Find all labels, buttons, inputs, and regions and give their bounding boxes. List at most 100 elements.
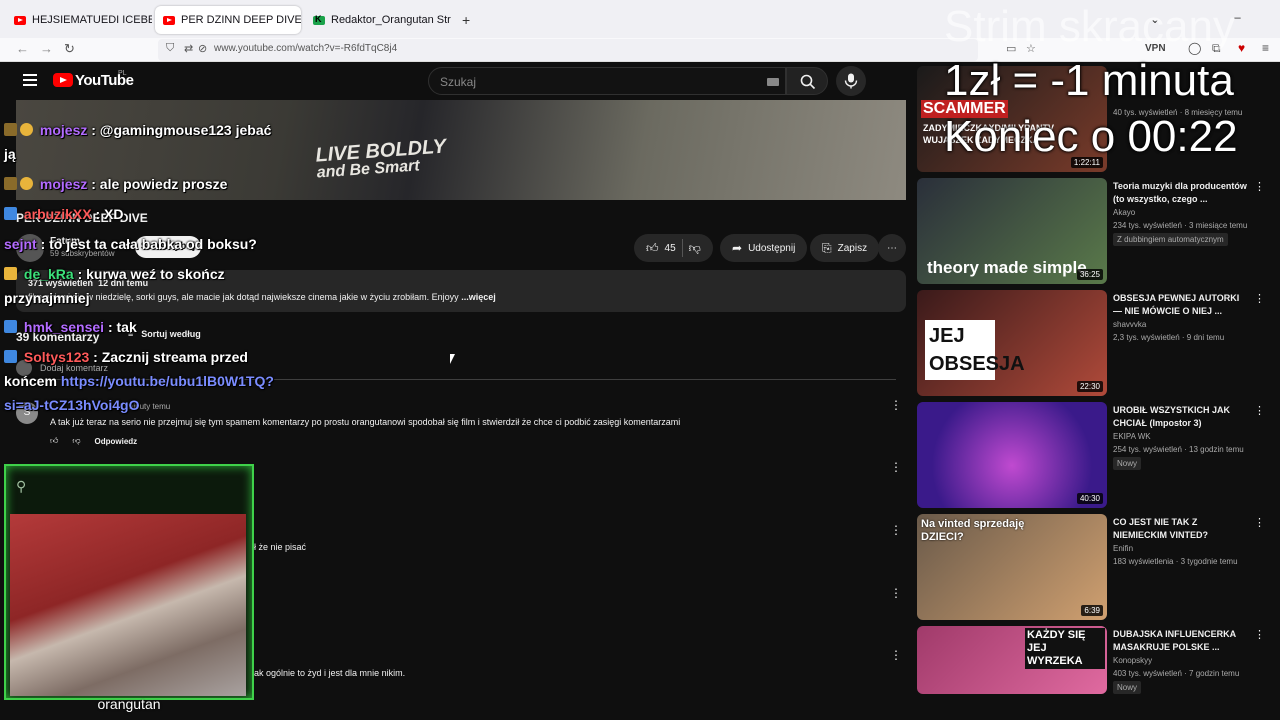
browser-tab-1[interactable]: HEJSIEMATUEDI ICEBERG - CZĘ ✕ xyxy=(6,6,152,34)
chat-username: mojesz xyxy=(39,176,88,192)
chat-username: Soltys123 xyxy=(23,349,90,365)
reload-icon[interactable]: ↻ xyxy=(64,41,75,57)
channel-name[interactable]: Konopskyy xyxy=(1113,656,1152,665)
thumbnail-text: KAŻDY SIĘ JEJ WYRZEKA xyxy=(1025,628,1105,669)
moderator-badge-icon xyxy=(4,207,17,220)
more-options-icon[interactable]: ⋮ xyxy=(1254,180,1265,193)
comment-text: A tak już teraz na serio nie przejmuj si… xyxy=(50,417,681,427)
shield-icon[interactable]: ⛉ xyxy=(166,42,174,55)
like-button[interactable]: 👍︎ 45 xyxy=(646,241,676,256)
url-text[interactable]: www.youtube.com/watch?v=-R6fdTqC8j4 xyxy=(214,43,397,54)
channel-name[interactable]: EKIPA WK xyxy=(1113,432,1151,441)
search-icon xyxy=(800,74,816,90)
sort-button[interactable]: ≡ Sortuj według xyxy=(128,329,201,339)
reply-button[interactable]: Odpowiedz xyxy=(95,437,138,446)
subscriber-badge-icon xyxy=(4,267,17,280)
browser-tab-2[interactable]: PER DZINN DEEP DIVE - YouTub ✕ xyxy=(155,6,301,34)
description-text: film pojawi się w niedzielę, sorki guys,… xyxy=(28,292,496,302)
chat-text: : XD xyxy=(95,206,124,222)
thumbs-down-icon[interactable]: 👎︎ xyxy=(689,241,701,256)
forward-icon[interactable]: → xyxy=(40,41,53,56)
permissions-icon[interactable]: ⇄ xyxy=(184,42,193,55)
more-actions-button[interactable]: ⋯ xyxy=(878,234,906,262)
more-options-icon[interactable]: ⋮ xyxy=(1254,292,1265,305)
minimize-icon[interactable]: – xyxy=(1234,10,1241,24)
thumbnail-text: JEJ OBSESJA xyxy=(925,320,1025,380)
stream-overlay-title: Strim skracany xyxy=(944,2,1235,51)
video-title: DUBAJSKA INFLUENCERKA MASAKRUJE POLSKE .… xyxy=(1113,629,1236,652)
recommendation-item[interactable]: JEJ OBSESJA 22:30 OBSESJA PEWNEJ AUTORKI… xyxy=(917,290,1267,396)
comment-actions: 👍︎ 👎︎ Odpowiedz xyxy=(50,436,137,446)
sort-label: Sortuj według xyxy=(141,329,201,339)
stream-overlay-end-time: Koniec o 00:22 xyxy=(944,112,1238,161)
show-more-link[interactable]: ...więcej xyxy=(461,292,496,302)
bag-icon: ⚲ xyxy=(16,478,27,494)
save-button[interactable]: ⎘ Zapisz xyxy=(810,234,880,262)
recommendation-item[interactable]: 40:30 UROBIŁ WSZYSTKICH JAK CHCIAŁ (Impo… xyxy=(917,402,1267,508)
channel-name[interactable]: Akayo xyxy=(1113,208,1135,217)
video-title: CO JEST NIE TAK Z NIEMIECKIM VINTED? xyxy=(1113,517,1209,540)
video-thumbnail[interactable]: theory made simple 36:25 xyxy=(917,178,1107,284)
video-thumbnail[interactable]: JEJ OBSESJA 22:30 xyxy=(917,290,1107,396)
back-icon[interactable]: ← xyxy=(16,41,29,56)
recommendation-item[interactable]: theory made simple 36:25 Teoria muzyki d… xyxy=(917,178,1267,284)
chat-link[interactable]: https://youtu.be/ubu1lB0W1TQ? xyxy=(61,373,274,389)
youtube-icon xyxy=(163,15,175,25)
search-button[interactable] xyxy=(786,67,828,95)
comment-menu-icon[interactable]: ⋮ xyxy=(890,586,902,600)
video-frame-text: LIVE BOLDLY and Be Smart xyxy=(315,135,448,182)
thumbs-up-icon[interactable]: 👍︎ xyxy=(50,436,58,446)
chat-link-continuation[interactable]: si=aJ-tCZ13hVoi4gO xyxy=(4,397,140,413)
divider xyxy=(681,239,683,257)
more-horizontal-icon: ⋯ xyxy=(887,242,897,254)
description-body: film pojawi się w niedzielę, sorki guys,… xyxy=(28,292,459,302)
channel-name[interactable]: Enifin xyxy=(1113,544,1133,553)
subscriber-badge-icon xyxy=(20,177,33,190)
recommendation-item[interactable]: Na vinted sprzedaję DZIECI? 6:39 CO JEST… xyxy=(917,514,1267,620)
new-tab-button[interactable]: + xyxy=(462,12,470,28)
comment-menu-icon[interactable]: ⋮ xyxy=(890,460,902,474)
hamburger-menu-icon[interactable] xyxy=(23,74,37,86)
stream-overlay-rate: 1zł = -1 minuta xyxy=(944,56,1234,105)
share-button[interactable]: ➦ Udostępnij xyxy=(720,234,808,262)
video-title: OBSESJA PEWNEJ AUTORKI — NIE MÓWCIE O NI… xyxy=(1113,293,1240,316)
chat-message: Soltys123 : Zacznij streama przed xyxy=(4,349,248,365)
thumbnail-text: Na vinted sprzedaję DZIECI? xyxy=(921,518,1025,543)
comment-menu-icon[interactable]: ⋮ xyxy=(890,398,902,412)
address-bar[interactable]: ⛉ ⇄ ⊘ www.youtube.com/watch?v=-R6fdTqC8j… xyxy=(158,39,1036,61)
chat-message-continuation: ją xyxy=(4,146,16,162)
addon-icon[interactable]: ♥ xyxy=(1238,41,1245,55)
search-input[interactable]: Szukaj xyxy=(428,67,786,95)
voice-search-button[interactable] xyxy=(836,66,866,96)
chat-text: : Zacznij streama przed xyxy=(93,349,248,365)
video-thumbnail[interactable]: Na vinted sprzedaję DZIECI? 6:39 xyxy=(917,514,1107,620)
comment-text: ak ogólnie to żyd i jest dla mnie nikim. xyxy=(254,668,406,678)
more-options-icon[interactable]: ⋮ xyxy=(1254,404,1265,417)
webcam-feed xyxy=(10,514,246,696)
more-options-icon[interactable]: ⋮ xyxy=(1254,516,1265,529)
browser-tab-3[interactable]: Redaktor_Orangutan Stream - V ✕ xyxy=(305,6,451,34)
comment-menu-icon[interactable]: ⋮ xyxy=(890,523,902,537)
youtube-logo-icon[interactable] xyxy=(53,73,73,87)
recommendation-item[interactable]: KAŻDY SIĘ JEJ WYRZEKA DUBAJSKA INFLUENCE… xyxy=(917,626,1267,694)
comment-menu-icon[interactable]: ⋮ xyxy=(890,648,902,662)
share-label: Udostępnij xyxy=(748,242,796,254)
chat-message-continuation: przynajmniej xyxy=(4,290,90,306)
video-duration: 6:39 xyxy=(1081,605,1103,616)
microphone-icon xyxy=(844,73,858,89)
menu-icon[interactable]: ≡ xyxy=(1262,41,1269,55)
chat-text: : @gamingmouse123 jebać xyxy=(91,122,272,138)
thumbs-down-icon[interactable]: 👎︎ xyxy=(72,436,80,446)
chat-message: arbuzikXX : XD xyxy=(4,206,123,222)
more-options-icon[interactable]: ⋮ xyxy=(1254,628,1265,641)
tab-title: Redaktor_Orangutan Stream - V xyxy=(331,14,451,26)
channel-name[interactable]: shavvvka xyxy=(1113,320,1146,329)
chat-message: sejnt : to jest ta cała babka od boksu? xyxy=(4,236,257,252)
country-code: PL xyxy=(118,70,127,77)
video-title: UROBIŁ WSZYSTKICH JAK CHCIAŁ (Impostor 3… xyxy=(1113,405,1230,428)
video-thumbnail[interactable]: KAŻDY SIĘ JEJ WYRZEKA xyxy=(917,626,1107,694)
lock-icon[interactable]: ⊘ xyxy=(198,42,207,55)
save-label: Zapisz xyxy=(837,242,868,254)
video-thumbnail[interactable]: 40:30 xyxy=(917,402,1107,508)
keyboard-icon[interactable] xyxy=(767,78,779,86)
